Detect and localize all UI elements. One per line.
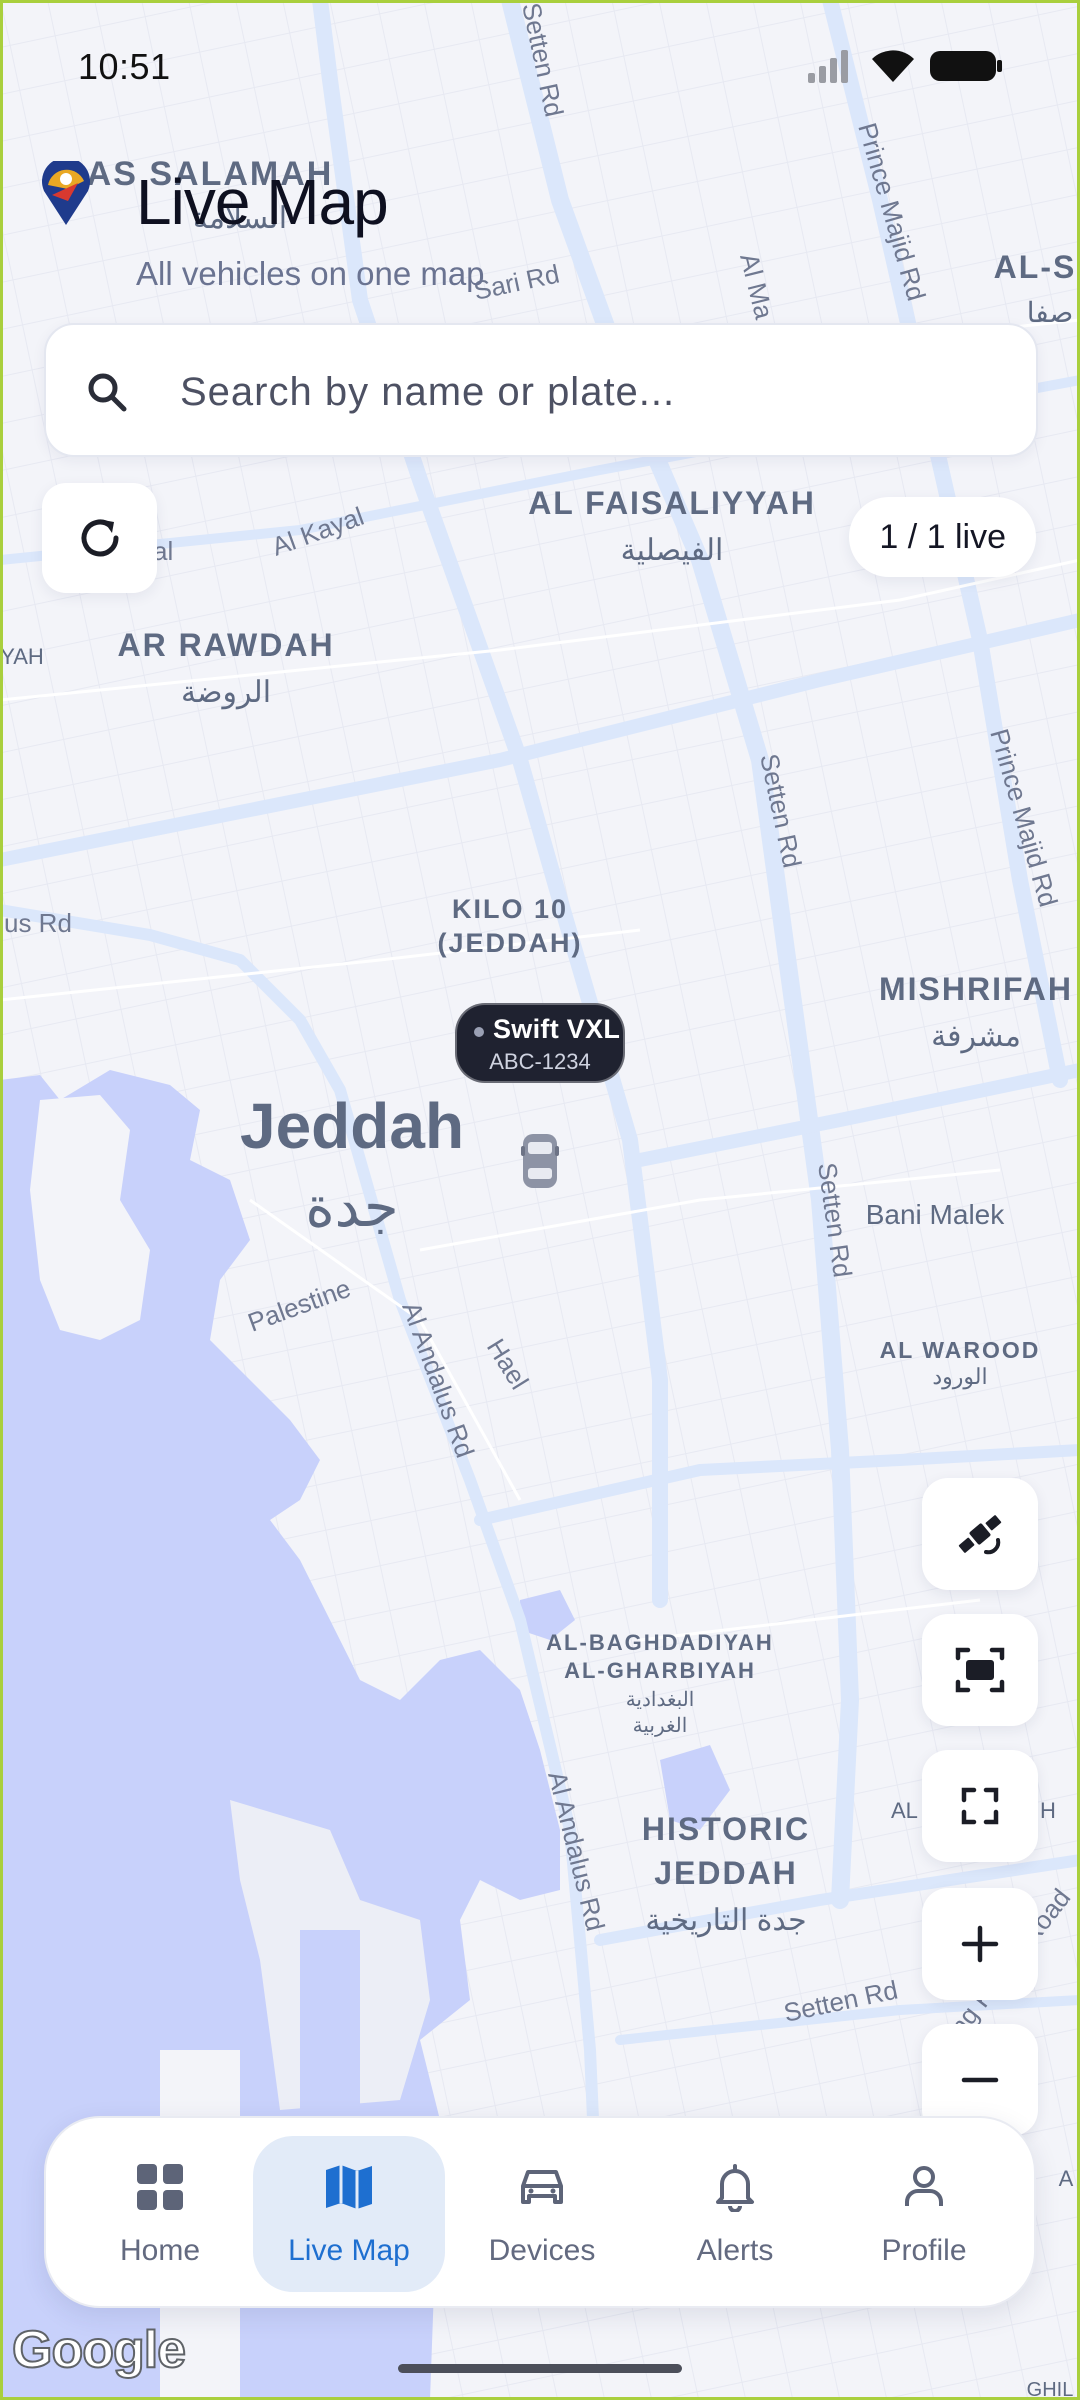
road-label-us-rd: us Rd (4, 908, 72, 938)
map-label-ar-rawdah: AR RAWDAH (117, 627, 334, 663)
map-label-a: A (1059, 2166, 1074, 2191)
bottom-navigation: Home Live Map Devices Alerts Profile (44, 2116, 1036, 2308)
bell-icon (716, 2164, 754, 2212)
nav-label-devices: Devices (488, 2234, 596, 2267)
nav-label-alerts: Alerts (696, 2234, 774, 2267)
fullscreen-icon (961, 1787, 999, 1825)
map-label-al-faisaliyyah: AL FAISALIYYAH (528, 485, 816, 521)
map-label-jeddah-ar: جدة (305, 1175, 398, 1238)
status-time: 10:51 (78, 46, 171, 87)
fullscreen-button[interactable] (922, 1750, 1038, 1862)
map-label-jeddah: Jeddah (240, 1090, 464, 1162)
status-icons (808, 48, 1002, 84)
cellular-signal-icon (808, 50, 848, 83)
car-marker-icon[interactable] (520, 1132, 560, 1190)
fit-bounds-icon (955, 1647, 1005, 1693)
map-label-historic-sub: JEDDAH (654, 1855, 798, 1891)
fit-vehicles-button[interactable] (922, 1614, 1038, 1726)
map-label-baghdadiyah-sub: AL-GHARBIYAH (564, 1658, 756, 1683)
nav-label-profile: Profile (881, 2234, 967, 2267)
map-label-al-faisaliyyah-ar: الفيصلية (621, 534, 724, 567)
map-label-al-warood: AL WAROOD (880, 1337, 1041, 1363)
map-label-yah: YAH (0, 644, 44, 669)
search-input[interactable] (180, 355, 1000, 429)
nav-item-profile[interactable]: Profile (828, 2136, 1020, 2292)
nav-item-home[interactable]: Home (64, 2136, 256, 2292)
car-icon (521, 2170, 563, 2204)
page-subtitle: All vehicles on one map (136, 255, 485, 292)
map-label-baghdadiyah-ar: البغدادية (626, 1689, 695, 1711)
nav-label-home: Home (119, 2234, 201, 2267)
home-grid-icon (137, 2164, 183, 2210)
google-attribution: Google (11, 2320, 187, 2380)
nav-item-live-map[interactable]: Live Map (253, 2136, 445, 2292)
map-label-historic-ar: جدة التاريخية (645, 1904, 806, 1938)
user-icon (905, 2166, 943, 2206)
map-label-baghdadiyah-ar-sub: الغربية (633, 1715, 688, 1737)
map-label-mishrifah-ar: مشرفة (931, 1020, 1021, 1054)
vehicle-name: Swift VXL (493, 1014, 621, 1044)
refresh-icon (81, 519, 118, 557)
home-indicator[interactable] (398, 2364, 682, 2373)
map-label-bani-malek: Bani Malek (866, 1199, 1006, 1230)
app-logo-icon (42, 161, 90, 225)
map-label-mishrifah: MISHRIFAH (879, 971, 1073, 1007)
page-title: Live Map (136, 166, 389, 238)
vehicle-status-dot (474, 1027, 484, 1037)
map-label-kilo10-sub: (JEDDAH) (437, 928, 582, 958)
vehicle-label[interactable]: Swift VXL ABC-1234 (455, 1003, 625, 1083)
map-label-kilo10: KILO 10 (452, 894, 568, 924)
zoom-in-button[interactable] (922, 1888, 1038, 2000)
map-label-al-s: AL-S (994, 249, 1077, 285)
vehicle-plate: ABC-1234 (489, 1049, 591, 1074)
map-label-al-s-ar: صفا (1027, 297, 1073, 328)
satellite-view-button[interactable] (922, 1478, 1038, 1590)
nav-item-devices[interactable]: Devices (446, 2136, 638, 2292)
screen: AS SALAMAH السلامة AL FAISALIYYAH الفيصل… (0, 0, 1080, 2400)
search-bar[interactable] (44, 323, 1038, 457)
status-bar: 10:51 (0, 0, 1080, 130)
refresh-button[interactable] (42, 483, 157, 593)
page-header: Live Map All vehicles on one map (38, 155, 638, 305)
map-label-al-warood-ar: الورود (932, 1364, 987, 1390)
map-label-ghil: GHIL (1027, 2379, 1074, 2400)
map-icon (326, 2165, 372, 2209)
map-label-al-h-edge: H (1040, 1798, 1056, 1823)
live-count-badge: 1 / 1 live (849, 497, 1036, 577)
pier (300, 1930, 360, 2110)
nav-label-live-map: Live Map (288, 2234, 410, 2267)
search-icon (88, 373, 127, 412)
plus-icon (961, 1925, 999, 1963)
map-label-ar-rawdah-ar: الروضة (181, 676, 271, 710)
map-label-baghdadiyah: AL-BAGHDADIYAH (546, 1630, 774, 1655)
satellite-icon (958, 1515, 1002, 1555)
wifi-icon (872, 50, 914, 82)
battery-icon (930, 51, 1002, 81)
minus-icon (961, 2077, 999, 2083)
nav-item-alerts[interactable]: Alerts (639, 2136, 831, 2292)
map-label-historic: HISTORIC (642, 1811, 810, 1847)
